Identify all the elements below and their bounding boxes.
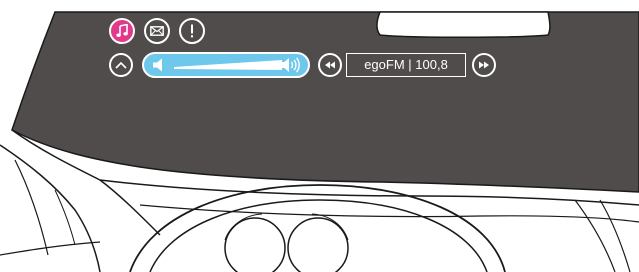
next-station-button[interactable] <box>472 53 496 77</box>
rewind-icon <box>325 61 335 69</box>
car-interior-illustration <box>0 11 639 272</box>
message-button[interactable] <box>144 18 170 44</box>
music-note-icon <box>116 24 128 37</box>
car-dashboard-scene: egoFM | 100,8 <box>0 0 639 272</box>
message-icon <box>150 26 164 36</box>
speaker-high-icon[interactable] <box>280 57 300 73</box>
chevron-up-icon <box>115 61 127 69</box>
station-label: egoFM | 100,8 <box>346 53 466 77</box>
windshield <box>11 11 639 193</box>
alert-icon <box>191 24 193 38</box>
alert-button[interactable] <box>179 18 205 44</box>
volume-slider[interactable] <box>142 52 310 78</box>
previous-station-button[interactable] <box>318 53 342 77</box>
gauge-right <box>287 217 349 272</box>
rearview-mirror <box>376 11 551 38</box>
collapse-button[interactable] <box>109 53 133 77</box>
music-button[interactable] <box>109 18 135 44</box>
fast-forward-icon <box>479 61 489 69</box>
volume-level-wedge[interactable] <box>174 56 284 74</box>
speaker-low-icon[interactable] <box>152 58 168 72</box>
